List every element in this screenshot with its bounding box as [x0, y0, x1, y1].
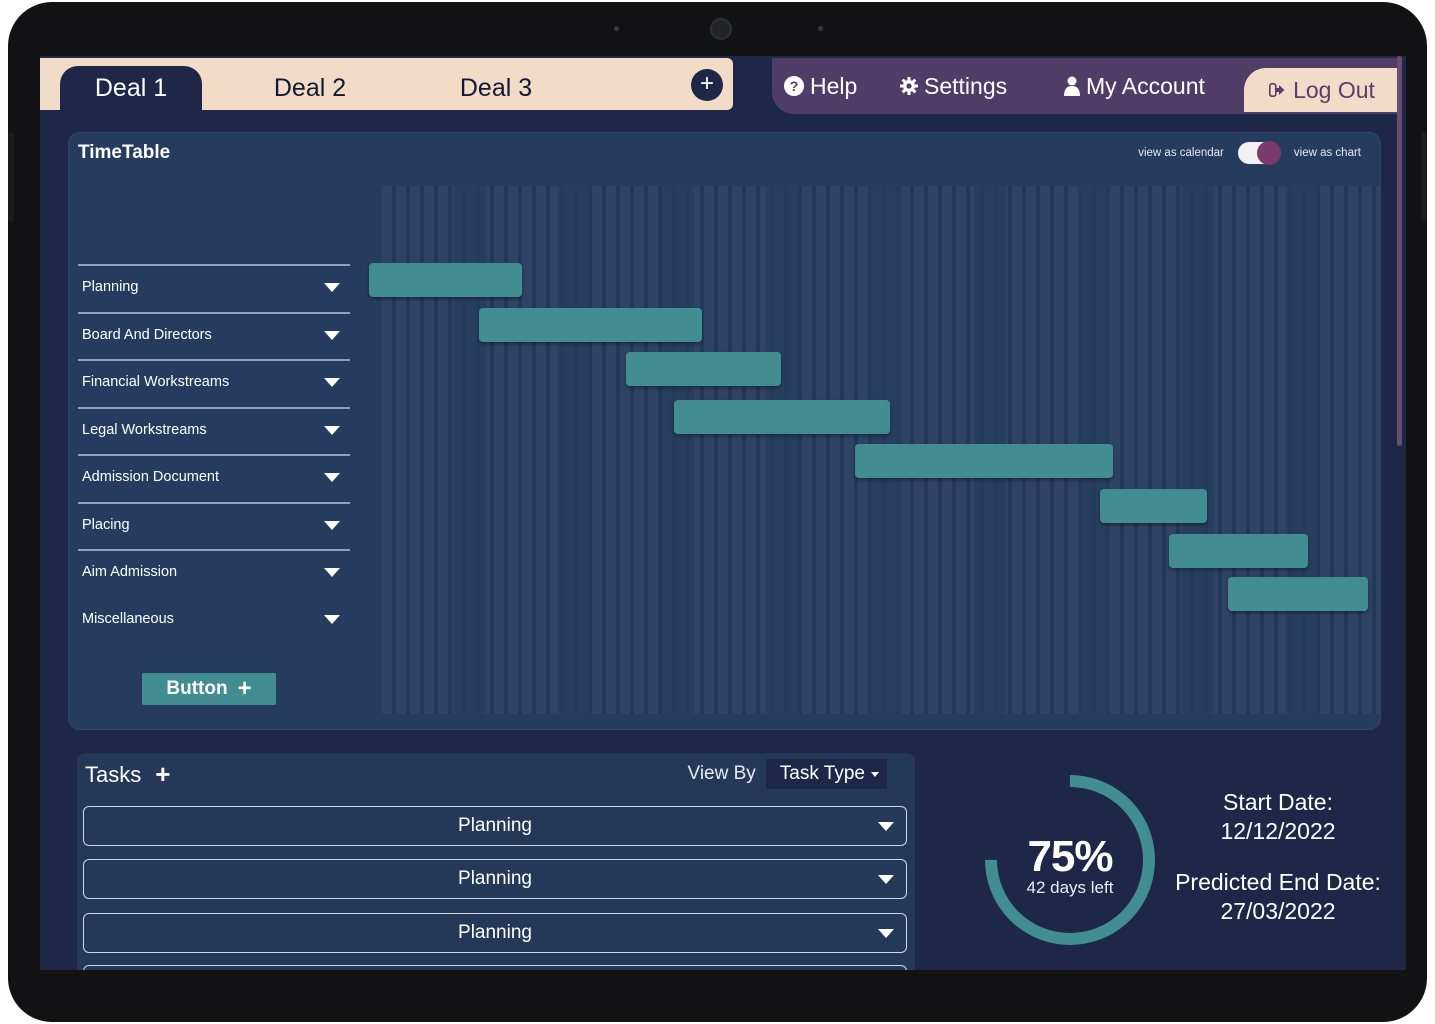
- user-icon: [1064, 76, 1080, 96]
- gantt-bar-aim[interactable]: [1169, 534, 1308, 568]
- view-by-select[interactable]: Task Type: [765, 759, 887, 789]
- svg-text:?: ?: [790, 78, 799, 94]
- settings-label: Settings: [924, 72, 1008, 99]
- deals-tab-bar: Deal 1 Deal 2 Deal 3 +: [40, 58, 733, 110]
- row-label: Board And Directors: [82, 327, 212, 343]
- timetable-row-placing[interactable]: Placing: [78, 502, 350, 546]
- plus-icon: +: [237, 675, 252, 702]
- timetable-row-legal[interactable]: Legal Workstreams: [78, 407, 350, 451]
- progress-ring: 75% 42 days left: [982, 772, 1158, 948]
- tab-label: Deal 2: [273, 73, 347, 102]
- gantt-bar-board[interactable]: [479, 308, 702, 342]
- deal-dates: Start Date: 12/12/2022 Predicted End Dat…: [1158, 788, 1398, 926]
- dropdown-arrow-icon: [324, 472, 340, 482]
- start-date-label: Start Date:: [1223, 789, 1333, 815]
- timetable-panel: TimeTable view as calendar view as chart…: [68, 132, 1381, 730]
- dropdown-arrow-icon: [324, 282, 340, 292]
- logout-icon: [1269, 83, 1285, 97]
- gantt-bar-planning[interactable]: [369, 263, 522, 297]
- dropdown-arrow-icon: [878, 929, 894, 938]
- plus-icon: +: [699, 70, 714, 97]
- tab-label: Deal 3: [459, 73, 533, 102]
- add-task-icon[interactable]: +: [155, 759, 170, 790]
- days-left: 42 days left: [1026, 878, 1114, 897]
- row-label: Aim Admission: [82, 564, 178, 580]
- help-icon: ?: [784, 76, 804, 96]
- dropdown-arrow-icon: [878, 875, 894, 884]
- tasks-header: Tasks +: [85, 759, 170, 790]
- tab-deal-3[interactable]: Deal 3: [416, 66, 576, 110]
- tasks-title: Tasks: [85, 761, 142, 787]
- view-toggle-group: view as calendar view as chart: [1138, 141, 1361, 165]
- timetable-row-planning[interactable]: Planning: [78, 264, 350, 308]
- side-button: [1421, 132, 1427, 222]
- row-label: Miscellaneous: [82, 611, 174, 627]
- task-row[interactable]: Planning: [83, 806, 907, 846]
- task-row[interactable]: Planning: [83, 913, 907, 953]
- row-label: Planning: [82, 279, 139, 295]
- dropdown-arrow-icon: [324, 614, 340, 624]
- dropdown-arrow-icon: [324, 377, 340, 387]
- tab-label: Deal 1: [94, 73, 168, 102]
- add-deal-button[interactable]: +: [691, 69, 723, 101]
- button-label: Button: [166, 678, 228, 699]
- logout-label: Log Out: [1293, 76, 1375, 103]
- timetable-row-misc[interactable]: Miscellaneous: [78, 597, 350, 641]
- dropdown-arrow-icon: [324, 330, 340, 340]
- sensor-dot: [818, 26, 823, 31]
- view-by-group: View By Task Type: [687, 759, 887, 789]
- task-row[interactable]: [83, 965, 907, 970]
- row-label: Placing: [82, 517, 130, 533]
- start-date-value: 12/12/2022: [1220, 818, 1336, 844]
- view-toggle[interactable]: [1237, 141, 1281, 165]
- my-account-link[interactable]: My Account: [1064, 58, 1205, 114]
- tablet-frame: Deal 1 Deal 2 Deal 3 + ? Help Settings M…: [8, 2, 1427, 1022]
- view-by-value: Task Type: [779, 763, 865, 784]
- row-label: Legal Workstreams: [82, 422, 207, 438]
- tab-deal-1[interactable]: Deal 1: [60, 66, 202, 110]
- tasks-panel: Tasks + View By Task Type Planning Plann…: [77, 753, 915, 970]
- toggle-label-calendar: view as calendar: [1138, 147, 1224, 159]
- row-label: Financial Workstreams: [82, 374, 230, 390]
- logout-button[interactable]: Log Out: [1244, 68, 1400, 112]
- timetable-row-admission[interactable]: Admission Document: [78, 454, 350, 498]
- gantt-bar-misc[interactable]: [1228, 577, 1368, 611]
- side-button: [8, 132, 14, 222]
- task-label: Planning: [458, 815, 532, 836]
- chevron-down-icon: [871, 771, 879, 777]
- view-by-label: View By: [687, 763, 756, 784]
- camera-icon: [710, 18, 732, 40]
- toggle-label-chart: view as chart: [1293, 147, 1361, 159]
- app-screen: Deal 1 Deal 2 Deal 3 + ? Help Settings M…: [40, 56, 1406, 970]
- dropdown-arrow-icon: [324, 425, 340, 435]
- timetable-row-aim[interactable]: Aim Admission: [78, 549, 350, 593]
- end-date-label: Predicted End Date:: [1175, 869, 1381, 895]
- gear-icon: [900, 77, 918, 95]
- progress-percent: 75%: [1027, 832, 1113, 881]
- timetable-row-board[interactable]: Board And Directors: [78, 312, 350, 356]
- timetable-row-financial[interactable]: Financial Workstreams: [78, 359, 350, 403]
- scrollbar[interactable]: [1397, 56, 1402, 446]
- account-label: My Account: [1086, 72, 1205, 99]
- gantt-bar-financial[interactable]: [626, 352, 781, 386]
- gantt-bar-placing[interactable]: [1100, 489, 1207, 523]
- toggle-knob: [1256, 141, 1281, 165]
- task-row[interactable]: Planning: [83, 859, 907, 899]
- help-link[interactable]: ? Help: [784, 58, 857, 114]
- tab-deal-2[interactable]: Deal 2: [230, 66, 390, 110]
- row-label: Admission Document: [82, 469, 219, 485]
- dropdown-arrow-icon: [324, 520, 340, 530]
- settings-link[interactable]: Settings: [900, 58, 1007, 114]
- dropdown-arrow-icon: [878, 822, 894, 831]
- task-label: Planning: [458, 922, 532, 943]
- task-label: Planning: [458, 868, 532, 889]
- end-date-value: 27/03/2022: [1220, 898, 1336, 924]
- add-row-button[interactable]: Button +: [142, 673, 276, 705]
- timetable-title: TimeTable: [78, 142, 171, 163]
- help-label: Help: [810, 72, 858, 99]
- gantt-bar-admission[interactable]: [855, 444, 1113, 478]
- sensor-dot: [614, 26, 619, 31]
- gantt-bar-legal[interactable]: [674, 400, 890, 434]
- dropdown-arrow-icon: [324, 567, 340, 577]
